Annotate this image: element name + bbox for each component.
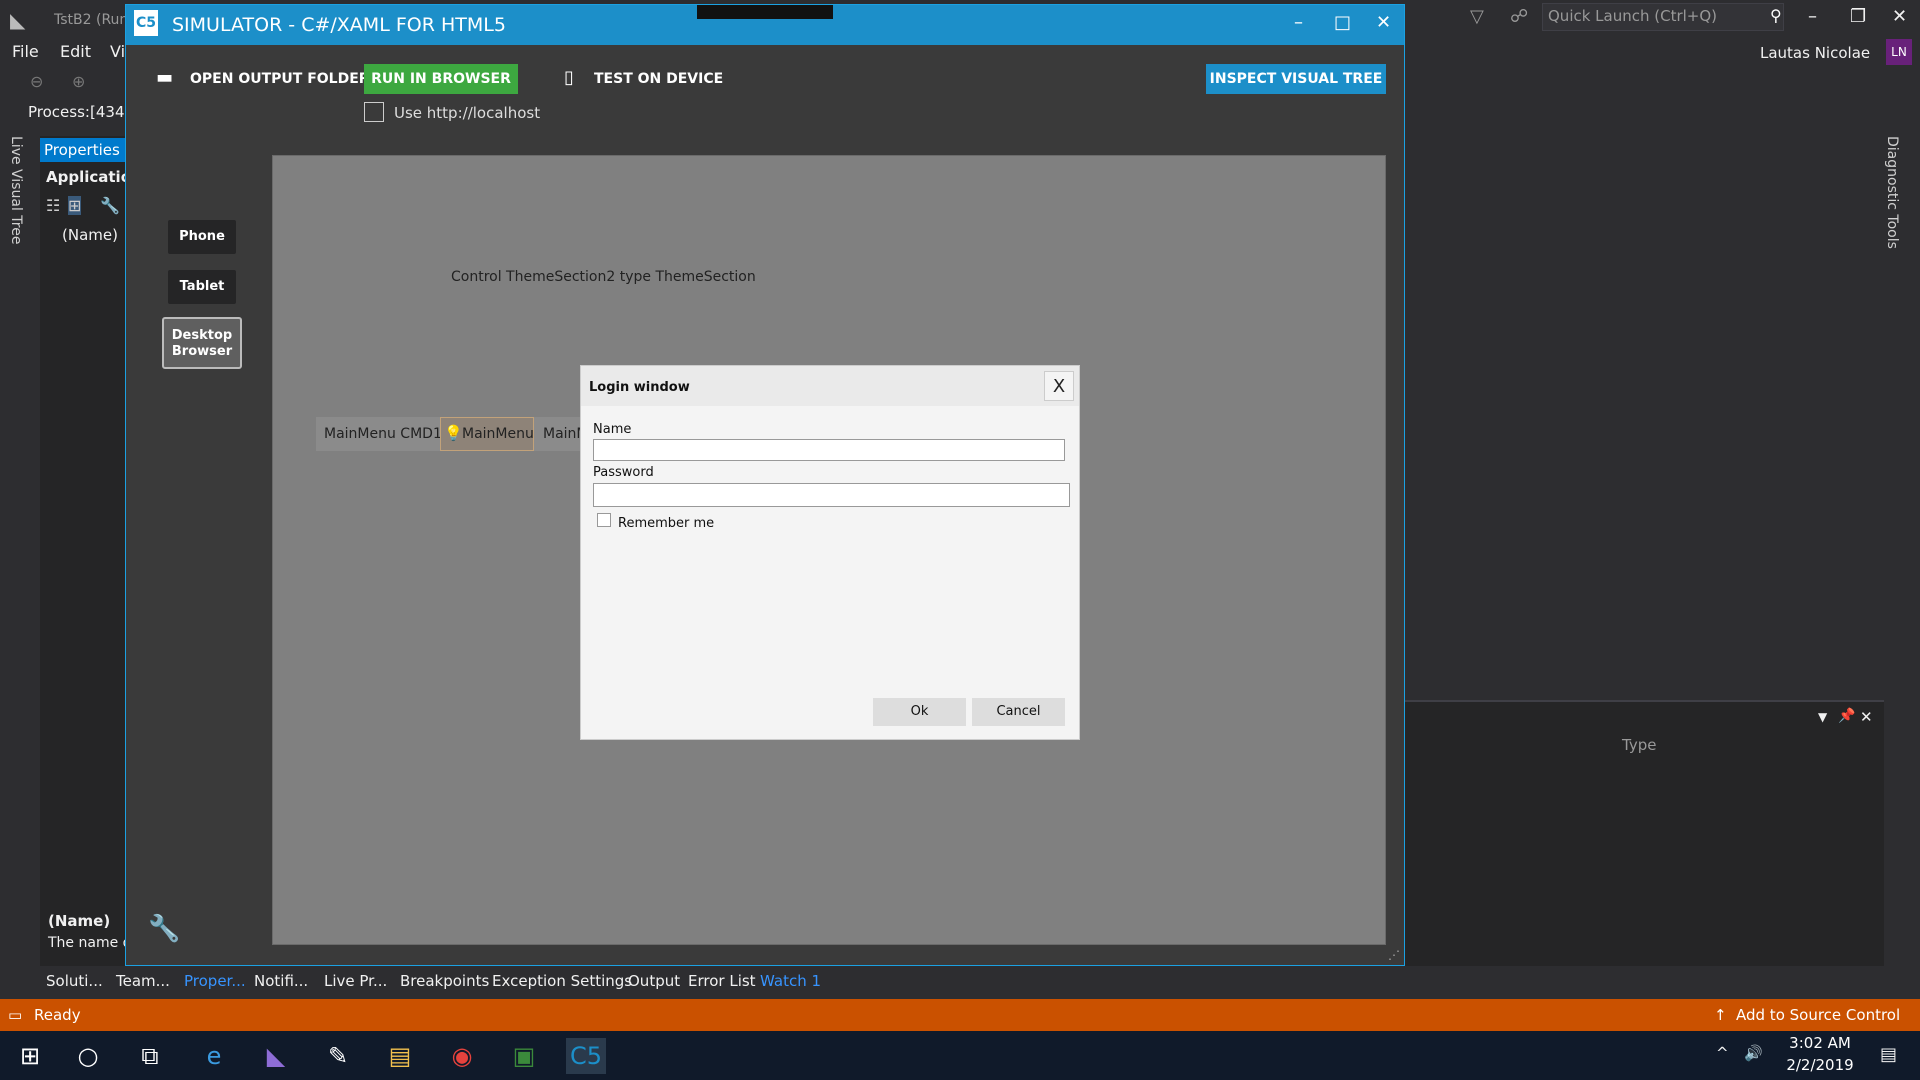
vs-close-icon[interactable]: ✕	[1892, 6, 1907, 27]
cortana-icon[interactable]: ○	[68, 1038, 108, 1074]
categorized-icon[interactable]: ☷	[46, 196, 60, 215]
menu-file[interactable]: File	[12, 42, 39, 61]
properties-name-field: (Name)	[62, 226, 118, 244]
menu-view[interactable]: Vi	[110, 42, 125, 61]
edge-icon[interactable]: e	[194, 1038, 234, 1074]
process-dropdown[interactable]: [434	[90, 103, 124, 121]
volume-icon[interactable]: 🔊	[1744, 1044, 1763, 1062]
live-visual-tree-tab[interactable]: Live Visual Tree	[8, 136, 24, 244]
control-label: Control ThemeSection2 type ThemeSection	[451, 269, 756, 285]
pane-close-icon[interactable]: ✕	[1860, 708, 1873, 726]
run-in-browser-button[interactable]: RUN IN BROWSER	[364, 64, 518, 94]
folder-icon[interactable]: ▬	[156, 67, 173, 88]
quick-launch-placeholder: Quick Launch (Ctrl+Q)	[1548, 7, 1718, 25]
cancel-button[interactable]: Cancel	[972, 698, 1065, 726]
pin-icon[interactable]: 📌	[1838, 708, 1855, 724]
simulator-logo-icon: C5	[134, 10, 158, 36]
tab-properties[interactable]: Proper...	[184, 972, 246, 990]
filter-icon[interactable]: ▽	[1470, 6, 1484, 27]
status-bar	[0, 999, 1920, 1031]
pane-dropdown-icon[interactable]: ▼	[1818, 710, 1827, 724]
diagnostic-tools-tab[interactable]: Diagnostic Tools	[1884, 136, 1900, 249]
open-output-folder-button[interactable]: OPEN OUTPUT FOLDER	[190, 71, 370, 87]
sim-close-icon[interactable]: ✕	[1376, 12, 1391, 33]
simulator-title: SIMULATOR - C#/XAML FOR HTML5	[172, 14, 506, 36]
vs-minimize-icon[interactable]: –	[1808, 6, 1817, 27]
process-label: Process:	[28, 103, 90, 121]
user-name[interactable]: Lautas Nicolae	[1760, 44, 1870, 62]
sim-maximize-icon[interactable]: □	[1334, 12, 1351, 33]
tab-output[interactable]: Output	[628, 972, 680, 990]
device-desktop-browser-button[interactable]: Desktop Browser	[162, 317, 242, 369]
menu-edit[interactable]: Edit	[60, 42, 91, 61]
upload-arrow-icon: ↑	[1714, 1006, 1727, 1024]
visual-studio-icon[interactable]: ◣	[256, 1038, 296, 1074]
vs-restore-icon[interactable]: ❐	[1850, 6, 1866, 27]
test-on-device-button[interactable]: TEST ON DEVICE	[594, 71, 723, 87]
ready-icon: ▭	[8, 1006, 23, 1024]
login-dialog-title: Login window	[589, 380, 690, 395]
user-avatar[interactable]: LN	[1886, 39, 1912, 65]
notifications-icon[interactable]: ▤	[1880, 1044, 1897, 1065]
add-to-source-control[interactable]: Add to Source Control	[1736, 1006, 1900, 1024]
login-dialog	[580, 365, 1080, 740]
login-close-button[interactable]: X	[1044, 371, 1074, 401]
simulator-drag-handle[interactable]	[697, 5, 833, 19]
inspect-visual-tree-button[interactable]: INSPECT VISUAL TREE	[1206, 64, 1386, 94]
status-ready: Ready	[34, 1006, 81, 1024]
device-phone-button[interactable]: Phone	[168, 220, 236, 254]
feedback-icon[interactable]: ☍	[1510, 6, 1528, 27]
taskbar-time[interactable]: 3:02 AM	[1780, 1034, 1860, 1052]
cshtml5-icon[interactable]: C5	[566, 1038, 606, 1074]
use-localhost-label[interactable]: Use http://localhost	[394, 104, 540, 122]
device-tablet-button[interactable]: Tablet	[168, 270, 236, 304]
tab-error-list[interactable]: Error List	[688, 972, 756, 990]
chrome-icon[interactable]: ◉	[442, 1038, 482, 1074]
tab-live-property[interactable]: Live Pr...	[324, 972, 387, 990]
tab-notifications[interactable]: Notifi...	[254, 972, 308, 990]
tab-watch1[interactable]: Watch 1	[760, 972, 821, 990]
properties-icon[interactable]: ⊞	[68, 196, 82, 215]
password-input[interactable]	[593, 483, 1070, 507]
task-view-icon[interactable]: ⧉	[130, 1038, 170, 1074]
toolbar-forward-icon[interactable]: ⊕	[72, 72, 85, 91]
menu-item-cmd1[interactable]: MainMenu CMD1	[324, 426, 442, 442]
properties-desc-title: (Name)	[48, 912, 111, 930]
use-localhost-checkbox[interactable]	[364, 102, 384, 122]
green-app-icon[interactable]: ▣	[504, 1038, 544, 1074]
name-input[interactable]	[593, 439, 1065, 461]
tab-breakpoints[interactable]: Breakpoints	[400, 972, 489, 990]
tab-team[interactable]: Team...	[116, 972, 170, 990]
toolbar-back-icon[interactable]: ⊖	[30, 72, 43, 91]
remember-me-label[interactable]: Remember me	[618, 516, 714, 531]
wrench-icon[interactable]: 🔧	[148, 914, 180, 944]
wrench-small-icon[interactable]: 🔧	[100, 196, 120, 215]
type-column-header[interactable]: Type	[1622, 736, 1656, 754]
ok-button[interactable]: Ok	[873, 698, 966, 726]
phone-device-icon[interactable]: ▯	[564, 67, 574, 88]
vs-title: TstB2 (Run	[54, 12, 129, 28]
name-label: Name	[593, 422, 632, 437]
file-explorer-icon[interactable]: ▤	[380, 1038, 420, 1074]
search-icon[interactable]: ⚲	[1770, 6, 1782, 25]
taskbar-date[interactable]: 2/2/2019	[1780, 1056, 1860, 1074]
password-label: Password	[593, 465, 654, 480]
menu-item-mainmenu-label: MainMenu	[462, 426, 534, 442]
sim-minimize-icon[interactable]: –	[1294, 12, 1303, 33]
tray-chevron-icon[interactable]: ^	[1716, 1044, 1729, 1062]
properties-tab[interactable]: Properties	[40, 138, 128, 162]
vs-logo-icon: ◣	[10, 8, 26, 32]
properties-desc-text: The name o	[48, 935, 132, 951]
remember-me-checkbox[interactable]	[597, 513, 611, 527]
properties-panel	[40, 136, 130, 971]
resize-grip-icon[interactable]: ⋰	[1388, 948, 1400, 962]
tab-exception-settings[interactable]: Exception Settings	[492, 972, 632, 990]
tab-solution[interactable]: Soluti...	[46, 972, 103, 990]
lightbulb-icon: 💡	[444, 424, 463, 442]
windows-start-icon[interactable]: ⊞	[10, 1038, 50, 1074]
paint-icon[interactable]: ✎	[318, 1038, 358, 1074]
